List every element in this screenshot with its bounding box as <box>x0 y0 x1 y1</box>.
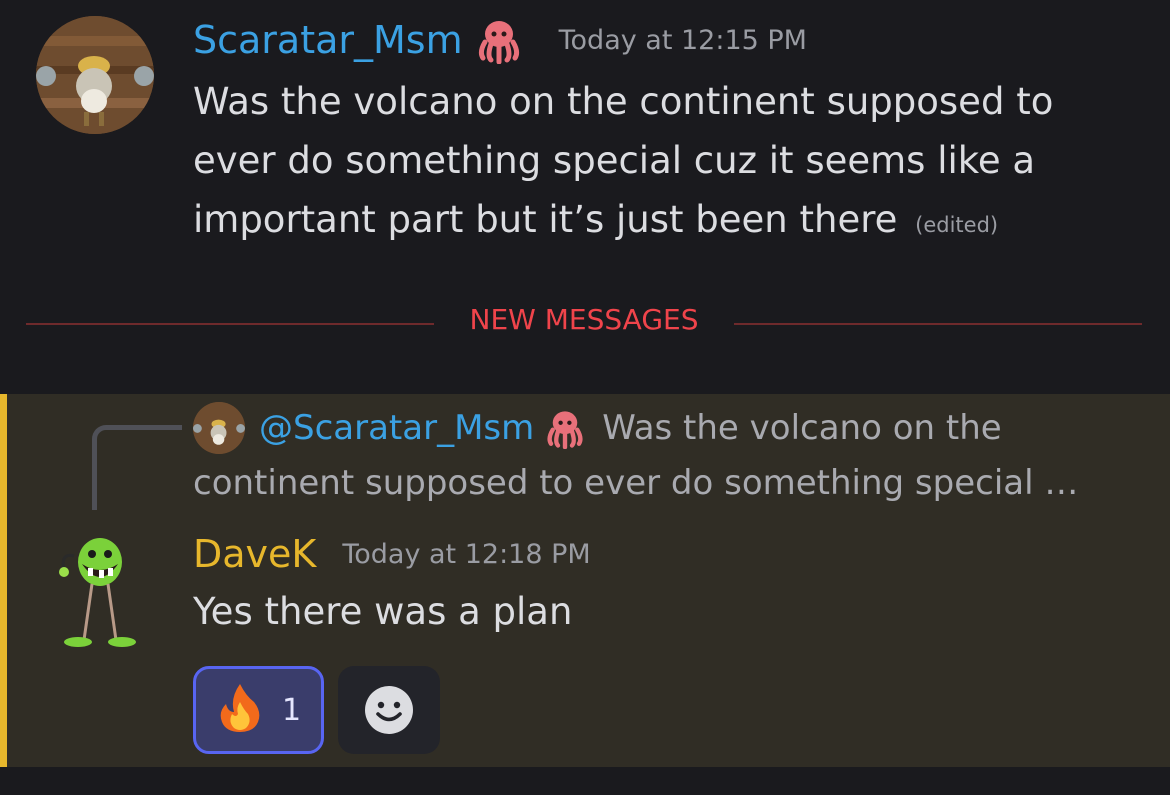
timestamp: Today at 12:15 PM <box>558 24 807 56</box>
message-davek[interactable]: @Scaratar_Msm Was the volcano on the con… <box>0 394 1170 767</box>
reply-spine <box>92 425 182 510</box>
reaction-fire[interactable]: 1 <box>193 666 324 754</box>
avatar[interactable] <box>36 16 154 134</box>
avatar-image-icon <box>36 16 154 134</box>
avatar-image-icon <box>193 402 245 454</box>
avatar-image-icon <box>59 538 136 647</box>
reply-preview-line1: Was the volcano on the <box>602 408 1002 448</box>
smiley-icon <box>365 686 413 734</box>
fire-icon <box>216 682 264 738</box>
divider-line-right <box>734 323 1142 325</box>
reply-mention[interactable]: @Scaratar_Msm <box>259 408 534 448</box>
timestamp: Today at 12:18 PM <box>342 538 591 570</box>
new-messages-label: NEW MESSAGES <box>469 303 699 336</box>
reply-preview-line2: continent supposed to ever do something … <box>193 463 1079 503</box>
reaction-count: 1 <box>281 692 302 728</box>
avatar[interactable] <box>52 532 144 652</box>
bottom-spacer <box>0 767 1170 795</box>
message-text: Yes there was a plan <box>193 590 573 633</box>
add-reaction-button[interactable] <box>338 666 440 754</box>
username[interactable]: DaveK <box>193 532 316 576</box>
reactions-bar: 1 <box>193 666 440 754</box>
reply-reference[interactable]: @Scaratar_Msm Was the volcano on the con… <box>193 402 1133 508</box>
mention-highlight-bar <box>0 394 7 767</box>
divider-line-left <box>26 323 434 325</box>
octopus-icon <box>544 407 586 450</box>
reply-avatar[interactable] <box>193 402 245 454</box>
edited-label: (edited) <box>915 213 999 237</box>
new-messages-divider: NEW MESSAGES <box>26 300 1142 350</box>
username[interactable]: Scaratar_Msm <box>193 18 463 62</box>
message-header: Scaratar_Msm Today at 12:15 PM <box>193 12 807 68</box>
message-content: Was the volcano on the continent suppose… <box>193 72 1133 255</box>
message-scaratar[interactable]: Scaratar_Msm Today at 12:15 PM Was the v… <box>0 0 1170 290</box>
message-header: DaveK Today at 12:18 PM <box>193 526 591 582</box>
chat-view: Scaratar_Msm Today at 12:15 PM Was the v… <box>0 0 1170 795</box>
octopus-icon <box>475 16 523 65</box>
